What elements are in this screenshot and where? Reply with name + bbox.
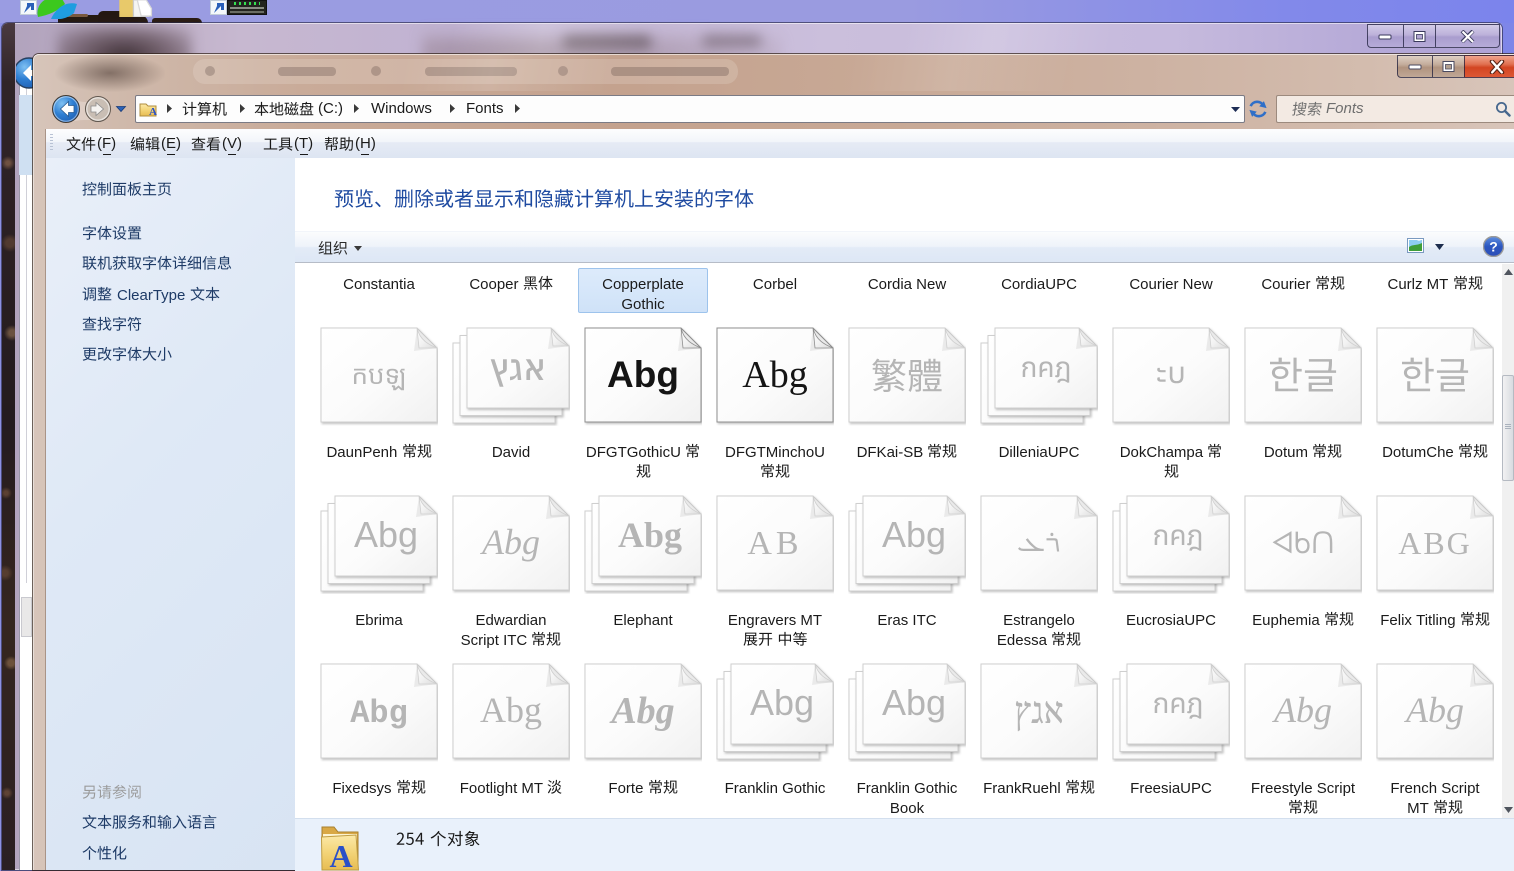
svg-text:Abg: Abg [354,514,418,555]
svg-text:A: A [329,838,352,871]
svg-text:Abg: Abg [607,354,679,395]
svg-text:Abg: Abg [609,690,674,732]
svg-text:Abg: Abg [618,515,682,555]
svg-text:Abg: Abg [480,690,542,730]
svg-text:Abg: Abg [882,514,946,555]
svg-text:AB: AB [747,525,802,562]
svg-text:A: A [149,106,157,117]
svg-text:Abg: Abg [1272,690,1332,730]
svg-text:Abg: Abg [350,695,408,732]
svg-text:Abg: Abg [742,354,807,396]
svg-text:Abg: Abg [480,522,540,562]
svg-text:Abg: Abg [1404,690,1464,730]
svg-text:Abg: Abg [882,682,946,723]
svg-text:Abg: Abg [750,682,814,723]
svg-text:?: ? [1489,239,1498,255]
svg-text:ABG: ABG [1398,525,1472,561]
